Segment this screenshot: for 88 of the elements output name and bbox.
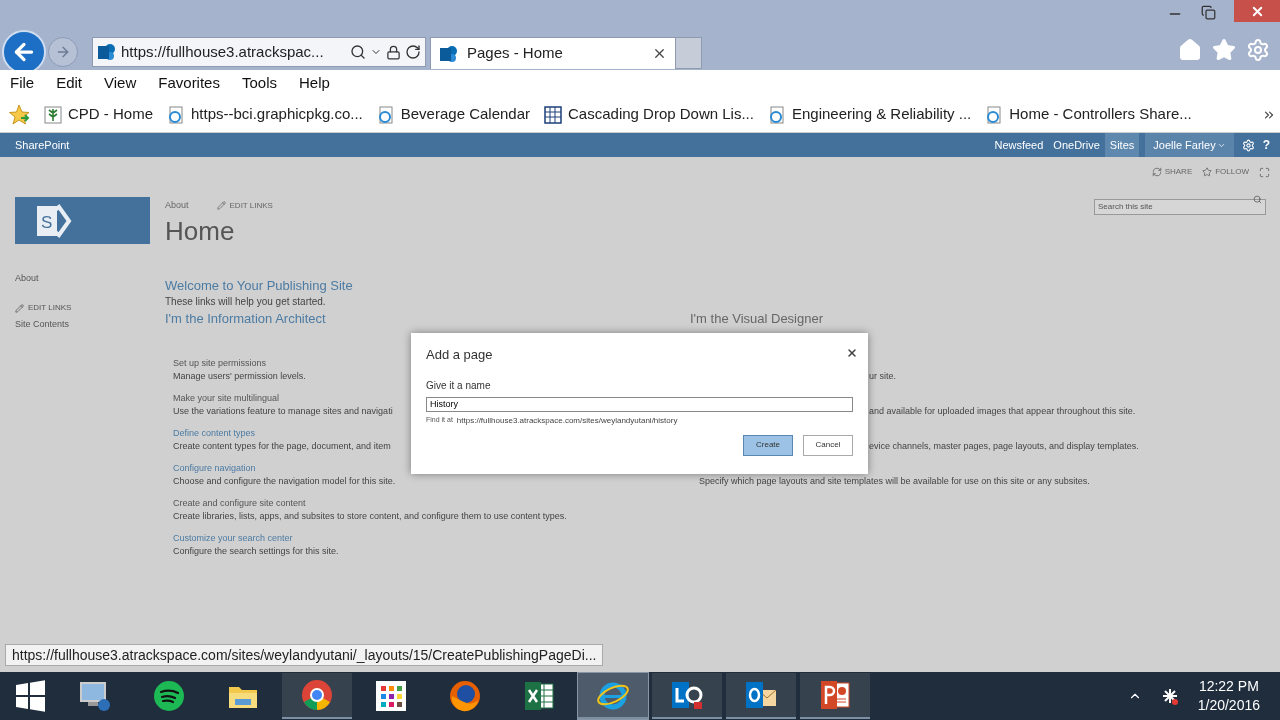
- suite-link[interactable]: Sites: [1104, 133, 1140, 157]
- suite-link[interactable]: Newsfeed: [989, 133, 1049, 157]
- star-icon[interactable]: [1212, 38, 1236, 62]
- create-button[interactable]: Create: [743, 434, 793, 456]
- favorite-link[interactable]: Home - Controllers Share...: [985, 103, 1192, 126]
- page-action[interactable]: FOLLOW: [1202, 166, 1249, 178]
- taskbar-app-button[interactable]: [282, 673, 352, 719]
- task-description: Choose and configure the navigation model for this site.: [173, 474, 396, 488]
- page-name-field[interactable]: History: [426, 396, 853, 412]
- menu-item[interactable]: Edit: [56, 72, 83, 95]
- field-label: Give it a name: [426, 378, 492, 393]
- task-description: ur site.: [869, 369, 896, 383]
- slides-p-icon: [818, 678, 852, 712]
- nav-link[interactable]: About: [15, 270, 165, 286]
- site-logo[interactable]: S: [15, 197, 150, 244]
- page-icon: [985, 105, 1004, 124]
- task-description: Specify which page layouts and site templates will be available for use on this site or any subsites.: [699, 474, 1090, 488]
- task-description: and available for uploaded images that appear throughout this site.: [869, 404, 1136, 418]
- task-description: Configure the search settings for this site.: [173, 544, 339, 558]
- welcome-heading: Welcome to Your Publishing Site: [165, 277, 353, 294]
- task-title: Create and configure site content: [173, 496, 306, 510]
- app-grid-icon: [374, 679, 408, 713]
- cancel-button[interactable]: Cancel: [803, 434, 853, 456]
- task-title: Set up site permissions: [173, 356, 267, 370]
- suite-link[interactable]: OneDrive: [1048, 133, 1105, 157]
- task-description: Use the variations feature to manage sites and navigati: [173, 404, 393, 418]
- menu-item[interactable]: Help: [299, 72, 330, 95]
- forward-arrow-icon: [55, 44, 71, 60]
- task-description: Create content types for the page, document, and item: [173, 439, 391, 453]
- clock[interactable]: 12:22 PM 1/20/2016: [1197, 677, 1260, 715]
- menu-item[interactable]: View: [104, 72, 137, 95]
- task-description: evice channels, master pages, page layouts, and display templates.: [869, 439, 1139, 453]
- monitor-icon: [78, 679, 112, 713]
- brand-link[interactable]: SharePoint: [15, 136, 70, 154]
- page-action[interactable]: SHARE: [1151, 166, 1193, 178]
- taskbar-app-button[interactable]: [726, 673, 796, 719]
- dialog-title: Add a page: [426, 346, 493, 364]
- favorite-link[interactable]: Engineering & Reliability ...: [767, 103, 972, 126]
- pencil-icon: [216, 201, 226, 211]
- favorite-link[interactable]: Beverage Calendar: [376, 103, 531, 126]
- restore-icon[interactable]: [1201, 5, 1216, 20]
- star-icon: [1202, 167, 1213, 177]
- close-icon[interactable]: [846, 347, 858, 359]
- address-bar[interactable]: https://fullhouse3.atrackspac...: [92, 37, 426, 67]
- spreadsheet-icon: [522, 679, 556, 713]
- search-field[interactable]: Search this site: [1094, 198, 1266, 215]
- pencil-icon: [15, 303, 24, 313]
- page-title: Home: [165, 214, 236, 247]
- user-menu[interactable]: Joelle Farley: [1145, 133, 1234, 157]
- section-heading: I'm the Visual Designer: [690, 310, 824, 326]
- favorite-link[interactable]: Cascading Drop Down Lis...: [544, 103, 754, 126]
- favorite-link[interactable]: CPD - Home: [44, 103, 153, 126]
- grid-icon: [544, 105, 563, 124]
- welcome-subtitle: These links will help you get started.: [165, 294, 326, 308]
- menu-item[interactable]: File: [10, 72, 35, 95]
- status-url-tooltip: https://fullhouse3.atrackspace.com/sites/weylandyutani/_layouts/15/CreatePublishingPageDi...: [5, 644, 604, 666]
- close-tab-icon[interactable]: [652, 46, 667, 61]
- search-icon: [350, 44, 366, 60]
- edit-links-link[interactable]: EDIT LINKS: [15, 300, 165, 316]
- taskbar-app-button[interactable]: [800, 673, 870, 719]
- task-title: Make your site multilingual: [173, 391, 280, 405]
- favorite-link[interactable]: https--bci.graphicpkg.co...: [167, 103, 363, 126]
- menu-item[interactable]: Favorites: [158, 72, 220, 95]
- page-icon: [376, 105, 395, 124]
- help-icon[interactable]: ?: [1262, 136, 1270, 154]
- leaf-icon: [44, 105, 62, 124]
- search-icon[interactable]: [1253, 195, 1262, 204]
- focus-icon[interactable]: [1259, 166, 1270, 178]
- menu-item[interactable]: Tools: [241, 72, 277, 95]
- task-description: Create libraries, lists, apps, and subsites to store content, and configure them to use content types.: [173, 509, 567, 523]
- section-heading: I'm the Information Architect: [165, 310, 327, 326]
- page-url: https://fullhouse3.atrackspace.com/sites/weylandyutani/history: [456, 414, 678, 427]
- refresh-icon: [405, 44, 421, 60]
- page-icon: [167, 105, 185, 124]
- browser-tab[interactable]: Pages - Home: [430, 37, 676, 69]
- task-description: Manage users' permission levels.: [173, 369, 306, 383]
- nav-link[interactable]: Site Contents: [15, 316, 165, 332]
- nav-link[interactable]: About: [165, 199, 189, 213]
- taskbar-app-button[interactable]: [652, 673, 722, 719]
- address-text: https://fullhouse3.atrackspac...: [121, 41, 324, 62]
- favorites-star-icon[interactable]: [8, 103, 30, 126]
- share-icon: [1151, 167, 1162, 177]
- tab-title: Pages - Home: [467, 43, 563, 64]
- page-icon: [767, 105, 786, 124]
- close-window-button[interactable]: [1234, 0, 1280, 22]
- edit-links-link[interactable]: EDIT LINKS: [216, 199, 273, 212]
- lock-icon: [386, 44, 401, 60]
- settings-icon[interactable]: [1241, 138, 1255, 152]
